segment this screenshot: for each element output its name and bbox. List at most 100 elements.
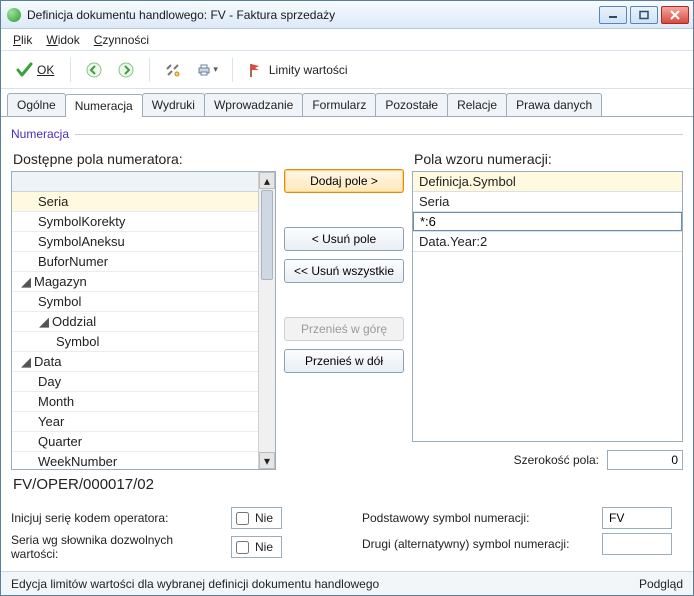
init-series-value: Nie (255, 511, 273, 525)
remove-field-button[interactable]: < Usuń pole (284, 227, 404, 251)
primary-symbol-label: Podstawowy symbol numeracji: (362, 511, 592, 525)
form-area: Inicjuj serię kodem operatora: Nie Seria… (11, 503, 683, 565)
field-width-input[interactable] (607, 450, 683, 470)
columns: Dostępne pola numeratora: Seria SymbolKor… (11, 149, 683, 470)
tree-item[interactable]: Day (12, 372, 258, 392)
minimize-button[interactable] (599, 6, 627, 24)
ok-label: OK (37, 63, 54, 77)
alt-symbol-label: Drugi (alternatywny) symbol numeracji: (362, 537, 592, 551)
scroll-up-button[interactable]: ▴ (259, 172, 275, 189)
expander-icon[interactable]: ◢ (20, 274, 32, 290)
nav-forward-button[interactable] (113, 57, 139, 83)
tree-item[interactable]: SymbolKorekty (12, 212, 258, 232)
tree-item[interactable]: Symbol (12, 332, 258, 352)
separator (70, 58, 71, 82)
scroll-down-button[interactable]: ▾ (259, 452, 275, 469)
separator (232, 58, 233, 82)
scrollbar[interactable]: ▴ ▾ (258, 172, 275, 469)
pattern-item-edit[interactable] (413, 212, 682, 231)
tab-relacje[interactable]: Relacje (447, 93, 507, 116)
tools-icon (165, 62, 181, 78)
nav-back-button[interactable] (81, 57, 107, 83)
printer-icon (196, 62, 212, 78)
tabstrip: OgólneNumeracjaWydrukiWprowadzanieFormul… (1, 89, 693, 117)
section-label: Numeracja (11, 127, 69, 141)
alt-symbol-input[interactable] (602, 533, 672, 555)
window-title: Definicja dokumentu handlowego: FV - Fak… (27, 8, 599, 22)
tab-ogólne[interactable]: Ogólne (7, 93, 66, 116)
pattern-fields-list[interactable]: Definicja.SymbolSeria Data.Year:2 (412, 171, 683, 442)
menu-czynnosci[interactable]: Czynności (94, 33, 149, 47)
dict-series-label: Seria wg słownika dozwolnych wartości: (11, 533, 221, 561)
init-series-label: Inicjuj serię kodem operatora: (11, 511, 221, 525)
tree-item-label: Symbol (56, 334, 99, 349)
add-field-button[interactable]: Dodaj pole > (284, 169, 404, 193)
tree-item[interactable]: Year (12, 412, 258, 432)
tree-item-label: Day (38, 374, 61, 389)
window-buttons (599, 6, 689, 24)
tree-item-label: BuforNumer (38, 254, 108, 269)
expander-icon[interactable]: ◢ (38, 314, 50, 330)
tree-item[interactable]: BuforNumer (12, 252, 258, 272)
tree-item[interactable]: Seria (12, 192, 258, 212)
tree-item-label: Quarter (38, 434, 82, 449)
init-series-checkbox[interactable]: Nie (231, 507, 282, 529)
menu-widok[interactable]: Widok (46, 33, 79, 47)
tree-item-label: SymbolAneksu (38, 234, 125, 249)
limits-label: Limity wartości (269, 63, 348, 77)
tab-pozostałe[interactable]: Pozostałe (375, 93, 448, 116)
close-button[interactable] (661, 6, 689, 24)
arrow-left-icon (86, 62, 102, 78)
maximize-button[interactable] (630, 6, 658, 24)
available-fields-column: Dostępne pola numeratora: Seria SymbolKor… (11, 149, 276, 470)
separator (149, 58, 150, 82)
move-up-button[interactable]: Przenieś w górę (284, 317, 404, 341)
tree-item-label: Data (34, 354, 61, 369)
status-text: Edycja limitów wartości dla wybranej def… (11, 577, 379, 591)
tab-numeracja[interactable]: Numeracja (65, 94, 143, 117)
tree-item[interactable]: Quarter (12, 432, 258, 452)
print-button[interactable]: ▾ (192, 57, 222, 83)
tree-item[interactable]: ◢Magazyn (12, 272, 258, 292)
limits-button[interactable]: Limity wartości (247, 62, 348, 78)
menubar: Plik Widok Czynności (1, 29, 693, 51)
tree-item[interactable]: Month (12, 392, 258, 412)
pattern-item[interactable] (413, 212, 682, 232)
tree-item-label: Year (38, 414, 64, 429)
dict-series-value: Nie (255, 540, 273, 554)
arrow-right-icon (118, 62, 134, 78)
move-down-button[interactable]: Przenieś w dół (284, 349, 404, 373)
remove-all-button[interactable]: << Usuń wszystkie (284, 259, 404, 283)
pattern-item[interactable]: Definicja.Symbol (413, 172, 682, 192)
tab-prawa danych[interactable]: Prawa danych (506, 93, 602, 116)
tree-item[interactable]: Symbol (12, 292, 258, 312)
tree-item[interactable]: ◢Oddzial (12, 312, 258, 332)
tree-item[interactable]: WeekNumber (12, 452, 258, 469)
field-width-label: Szerokość pola: (514, 453, 599, 467)
scroll-thumb[interactable] (261, 190, 273, 280)
available-fields-title: Dostępne pola numeratora: (13, 151, 276, 167)
check-icon (15, 61, 33, 79)
pattern-item[interactable]: Seria (413, 192, 682, 212)
expander-icon[interactable]: ◢ (20, 354, 32, 370)
app-icon (7, 8, 21, 22)
dict-series-checkbox[interactable]: Nie (231, 536, 282, 558)
tree-item-label: WeekNumber (38, 454, 117, 469)
tree-item[interactable]: ◢Data (12, 352, 258, 372)
tree-item[interactable]: SymbolAneksu (12, 232, 258, 252)
tree-item-label: Symbol (38, 294, 81, 309)
tab-wydruki[interactable]: Wydruki (142, 93, 205, 116)
available-fields-list[interactable]: Seria SymbolKorekty SymbolAneksu BuforNumer… (11, 171, 276, 470)
menu-plik[interactable]: Plik (13, 33, 32, 47)
tree-item-label: Seria (38, 194, 68, 209)
ok-button[interactable]: OK (9, 57, 60, 83)
primary-symbol-input[interactable] (602, 507, 672, 529)
tree-item-label: Month (38, 394, 74, 409)
tab-wprowadzanie[interactable]: Wprowadzanie (204, 93, 303, 116)
pattern-fields-title: Pola wzoru numeracji: (414, 151, 683, 167)
tools-button[interactable] (160, 57, 186, 83)
pattern-item[interactable]: Data.Year:2 (413, 232, 682, 252)
tab-formularz[interactable]: Formularz (302, 93, 376, 116)
titlebar: Definicja dokumentu handlowego: FV - Fak… (1, 1, 693, 29)
tree-item-label: Magazyn (34, 274, 87, 289)
